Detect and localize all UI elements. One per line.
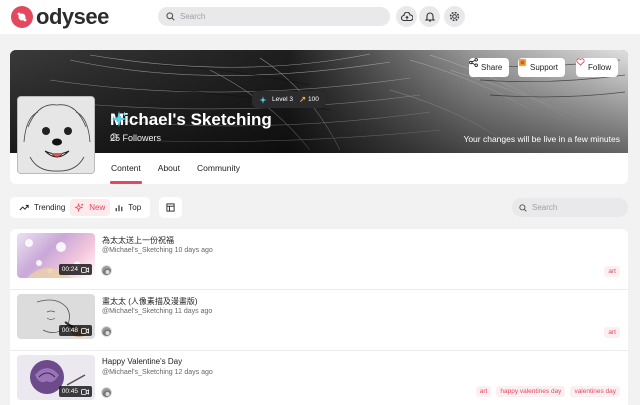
video-meta: @Michael's_Sketching 11 days ago [102,308,213,315]
tab-community-label: Community [197,163,240,173]
channel-header-card: Share Support Follow Michael's Sketching… [10,50,628,184]
video-camera-icon [81,327,89,334]
video-thumbnail[interactable]: 00:24 [17,233,95,278]
video-tags: art [599,266,620,277]
tag[interactable]: art [604,266,620,277]
channel-mini-avatar[interactable] [101,387,112,398]
search-icon [166,12,175,21]
video-camera-icon [81,388,89,395]
channel-tabs: Content About Community [110,159,256,184]
sort-filter-bar: Trending New Top [10,197,151,218]
channel-name: Michael's Sketching [110,110,272,129]
video-duration: 00:45 [58,386,92,397]
video-list: 00:24 為太太送上一份祝福 @Michael's_Sketching 10 … [10,229,628,405]
new-sparkle-icon [75,203,84,212]
share-label: Share [481,63,503,72]
settings-button[interactable] [444,6,465,27]
duration-text: 00:45 [61,388,78,395]
tag[interactable]: valentines day [570,386,620,397]
channel-avatar [17,96,95,174]
followers-count: 25 Followers [110,133,166,143]
follow-button[interactable]: Follow [576,58,619,77]
follow-label: Follow [588,63,612,72]
channel-search-bar[interactable] [512,198,628,217]
top-bar: odysee [0,0,640,34]
channel-search-icon [519,203,527,212]
filter-new-label: New [89,203,106,212]
channel-search-input[interactable] [532,203,622,212]
trending-icon [19,204,29,211]
tag[interactable]: happy valentines day [496,386,566,397]
video-row[interactable]: 00:24 為太太送上一份祝福 @Michael's_Sketching 10 … [10,229,628,290]
filter-new-button[interactable]: New [70,199,111,216]
video-duration: 00:48 [58,325,92,336]
tab-content[interactable]: Content [110,159,142,184]
video-thumbnail[interactable]: 00:45 [17,355,95,400]
filter-trending-label: Trending [34,203,66,212]
filter-trending-button[interactable]: Trending [14,199,70,216]
channel-title: Michael's Sketching [110,110,278,130]
layout-grid-icon [166,203,175,212]
tab-about-label: About [157,163,180,173]
video-row[interactable]: 00:48 畫太太 (人像素描及漫畫版) @Michael's_Sketchin… [10,290,628,351]
tag[interactable]: art [604,327,620,338]
notifications-button[interactable] [419,6,440,27]
bell-icon [424,11,435,22]
odysee-logo[interactable]: odysee [11,6,109,28]
tab-content-label: Content [111,163,141,173]
logo-text: odysee [36,4,109,29]
share-button[interactable]: Share [469,58,510,77]
video-duration: 00:24 [58,264,92,275]
support-label: Support [530,63,559,72]
level-label: Level 3 [272,96,293,103]
credits-icon [299,96,306,103]
search-input[interactable] [180,12,360,21]
layout-toggle-button[interactable] [159,197,182,218]
video-title[interactable]: Happy Valentine's Day [102,357,182,366]
video-tags: art happy valentines day valentines day [471,386,620,397]
filter-top-label: Top [128,203,142,212]
level-icon [259,95,267,104]
odysee-logo-icon [11,6,33,28]
video-thumbnail[interactable]: 00:48 [17,294,95,339]
duration-text: 00:48 [61,327,78,334]
tab-community[interactable]: Community [196,159,241,184]
bar-chart-icon [115,204,123,212]
video-meta: @Michael's_Sketching 12 days ago [102,369,213,376]
channel-mini-avatar[interactable] [101,265,112,276]
video-row[interactable]: 00:45 Happy Valentine's Day @Michael's_S… [10,351,628,405]
channel-mini-avatar[interactable] [101,326,112,337]
video-meta: @Michael's_Sketching 10 days ago [102,247,213,254]
cloud-upload-icon [400,11,413,22]
filter-top-button[interactable]: Top [110,199,146,216]
video-title[interactable]: 畫太太 (人像素描及漫畫版) [102,296,198,307]
credits-value: 100 [307,96,319,103]
level-badge: Level 3 100 [252,91,326,108]
tag[interactable]: art [475,386,492,397]
search-bar[interactable] [158,7,390,26]
video-title[interactable]: 為太太送上一份祝福 [102,235,174,246]
live-changes-message: Your changes will be live in a few minut… [463,134,620,144]
tab-about[interactable]: About [157,159,181,184]
video-camera-icon [81,266,89,273]
duration-text: 00:24 [61,266,78,273]
video-tags: art [599,327,620,338]
support-button[interactable]: Support [518,58,566,77]
gear-icon [449,11,460,22]
upload-button[interactable] [396,6,417,27]
